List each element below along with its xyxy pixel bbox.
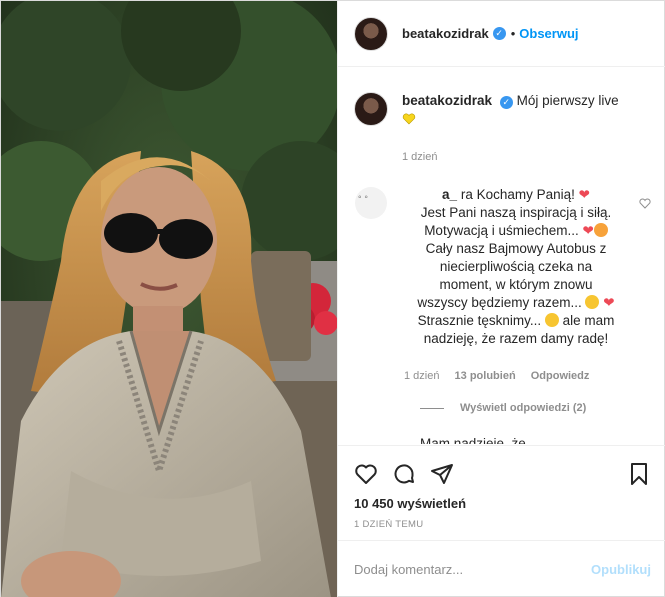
post-sidebar: beatakozidrak ✓ • Obserwuj beatakozidrak… — [337, 1, 665, 597]
next-comment-partial: Mam nadzieję, że — [420, 436, 651, 444]
svg-text:◦ ◦: ◦ ◦ — [358, 192, 368, 203]
caption-text: Mój pierwszy live — [516, 93, 619, 108]
view-replies-button[interactable]: Wyświetl odpowiedzi (2) — [420, 402, 651, 414]
comment-meta: 1 dzień 13 polubień Odpowiedz — [404, 370, 651, 382]
view-replies-label: Wyświetl odpowiedzi (2) — [460, 402, 587, 414]
yellow-heart-icon — [402, 113, 416, 125]
post-actions: 10 450 wyświetleń 1 DZIEŃ TEMU — [338, 445, 665, 540]
verified-icon: ✓ — [492, 27, 506, 40]
comment-line: ale mam — [562, 313, 615, 328]
comment-line: wszyscy będziemy razem... — [417, 295, 582, 310]
share-icon[interactable] — [430, 462, 454, 486]
video-frame — [1, 1, 337, 597]
comment-text: a_ ra Kochamy Panią! ❤ Jest Pani naszą i… — [402, 186, 630, 348]
caption: beatakozidrak ✓ Mój pierwszy live 1 dzie… — [354, 92, 651, 166]
video-media[interactable] — [1, 1, 337, 597]
commenter-username[interactable]: a_ — [442, 187, 457, 202]
comment-line: niecierpliwością czeka na — [439, 259, 593, 274]
sad-emoji-icon — [544, 313, 559, 327]
commenter-avatar[interactable]: ◦ ◦ — [354, 186, 388, 220]
author-avatar[interactable] — [354, 16, 388, 51]
author-username[interactable]: beatakozidrak — [402, 26, 489, 41]
publish-button[interactable]: Opublikuj — [591, 562, 651, 577]
comment-icon[interactable] — [392, 462, 416, 486]
view-count[interactable]: 10 450 wyświetleń — [354, 496, 651, 511]
verified-icon: ✓ — [499, 95, 513, 109]
comment-like-heart-icon[interactable] — [639, 198, 651, 209]
reply-button[interactable]: Odpowiedz — [531, 370, 590, 382]
divider — [420, 407, 444, 409]
action-icons — [354, 454, 651, 494]
heart-icon[interactable] — [354, 462, 378, 486]
post-date: 1 DZIEŃ TEMU — [354, 519, 424, 530]
comment-line: Jest Pani naszą inspiracją i siłą. — [420, 205, 612, 220]
caption-time: 1 dzień — [402, 151, 438, 163]
comment-time: 1 dzień — [404, 370, 440, 382]
comment-line: Strasznie tęsknimy... — [417, 313, 542, 328]
caption-body: beatakozidrak ✓ Mój pierwszy live 1 dzie… — [402, 92, 619, 166]
post-header: beatakozidrak ✓ • Obserwuj — [338, 1, 665, 67]
heart-eyes-emoji-icon — [593, 223, 608, 237]
comments-list[interactable]: beatakozidrak ✓ Mój pierwszy live 1 dzie… — [338, 68, 665, 444]
comment-input[interactable] — [354, 562, 592, 577]
caption-username[interactable]: beatakozidrak — [402, 93, 492, 108]
comment-line: nadzieję, że razem damy radę! — [423, 331, 609, 346]
bookmark-icon[interactable] — [627, 462, 651, 486]
red-heart-icon: ❤ — [578, 187, 590, 202]
comment-line: ra Kochamy Panią! — [460, 187, 575, 202]
red-heart-icon: ❤ — [582, 223, 594, 238]
smiling-emoji-icon — [585, 295, 600, 309]
red-heart-icon: ❤ — [603, 295, 615, 310]
comment-line: Cały nasz Bajmowy Autobus z — [425, 241, 607, 256]
follow-button[interactable]: Obserwuj — [519, 26, 578, 41]
add-comment-bar: Opublikuj — [338, 540, 665, 597]
separator-dot: • — [510, 26, 516, 41]
post-dialog: beatakozidrak ✓ • Obserwuj beatakozidrak… — [0, 0, 665, 597]
comment: ◦ ◦ a_ ra Kochamy Panią! ❤ Jest Pani nas… — [354, 186, 651, 348]
comment-line: moment, w którym znowu — [439, 277, 593, 292]
next-comment-text: Mam nadzieję, że — [420, 436, 526, 444]
comment-line: Motywacją i uśmiechem... — [424, 223, 579, 238]
comment-likes[interactable]: 13 polubień — [455, 370, 516, 382]
caption-avatar[interactable] — [354, 92, 388, 126]
